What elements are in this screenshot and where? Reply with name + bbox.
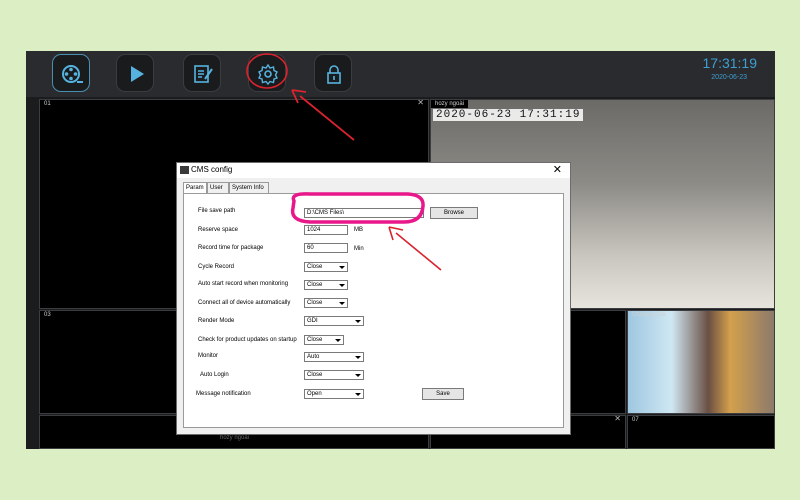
lock-button[interactable] (314, 54, 352, 92)
video-icon (62, 65, 83, 83)
chevron-down-icon (355, 374, 361, 377)
tab-user[interactable]: User (207, 182, 229, 193)
record-time-unit: Min (354, 246, 364, 252)
cms-config-dialog: CMS config ✕ Param User System Info File… (176, 162, 571, 435)
auto-login-value: Close (307, 372, 323, 378)
label-reserve-space: Reserve space (198, 227, 239, 233)
tab-system-info[interactable]: System Info (229, 182, 269, 193)
chevron-down-icon (355, 320, 361, 323)
clock-time: 17:31:19 (702, 55, 758, 71)
message-notification-value: Open (307, 391, 322, 397)
video-pane-07[interactable]: 07 (627, 415, 775, 449)
render-mode-select[interactable]: GDI (304, 316, 364, 326)
save-button[interactable]: Save (422, 388, 464, 400)
lock-icon (327, 65, 341, 84)
record-time-input[interactable]: 60 (304, 243, 348, 253)
label-record-time: Record time for package (198, 245, 264, 251)
browse-button[interactable]: Browse (430, 207, 478, 219)
pane-title: hozy ngoài (431, 100, 469, 108)
auto-start-record-select[interactable]: Close (304, 280, 348, 290)
param-panel: File save path D:\CMS Files\ Browse Rese… (183, 193, 564, 428)
close-icon[interactable]: ✕ (553, 163, 562, 176)
label-auto-start-record: Auto start record when monitoring (198, 281, 289, 287)
label-connect-all: Connect all of device automatically (198, 300, 291, 306)
monitor-select[interactable]: Auto (304, 352, 364, 362)
message-notification-select[interactable]: Open (304, 389, 364, 399)
check-updates-select[interactable]: Close (304, 335, 344, 345)
label-render-mode: Render Mode (198, 318, 235, 324)
label-check-updates: Check for product updates on startup (198, 337, 297, 343)
cycle-record-value: Close (307, 264, 323, 270)
auto-start-record-value: Close (307, 282, 323, 288)
live-view-button[interactable] (52, 54, 90, 92)
pane-title: 03 (44, 312, 51, 318)
label-cycle-record: Cycle Record (198, 264, 235, 270)
clock-date: 2020-06-23 (711, 74, 747, 81)
label-auto-login: Auto Login (200, 372, 229, 378)
reserve-space-unit: MB (354, 227, 363, 233)
cycle-record-select[interactable]: Close (304, 262, 348, 272)
app-icon (180, 166, 189, 174)
label-monitor: Monitor (198, 353, 219, 359)
chevron-down-icon (335, 339, 341, 342)
pane-title: 07 (632, 417, 639, 423)
pane-title: 01 (44, 101, 51, 107)
chevron-down-icon (339, 302, 345, 305)
file-save-path-input[interactable]: D:\CMS Files\ (304, 208, 424, 218)
reserve-space-input[interactable]: 1024 (304, 225, 348, 235)
playback-button[interactable] (116, 54, 154, 92)
close-icon[interactable]: ✕ (417, 98, 424, 107)
top-toolbar: 17:31:19 2020-06-23 (26, 51, 775, 97)
gear-icon (258, 63, 278, 85)
settings-button[interactable] (248, 54, 286, 92)
close-icon[interactable]: ✕ (614, 414, 621, 423)
render-mode-value: GDI (307, 318, 318, 324)
chevron-down-icon (355, 356, 361, 359)
auto-login-select[interactable]: Close (304, 370, 364, 380)
check-updates-value: Close (307, 337, 323, 343)
pane-title: hozy ngoài (220, 435, 250, 441)
dialog-title: CMS config (191, 165, 233, 174)
label-file-save-path: File save path (198, 208, 236, 214)
connect-all-select[interactable]: Close (304, 298, 348, 308)
video-pane-06[interactable]: Chuồng cửa (627, 310, 775, 414)
pane-title: Chuồng cửa (632, 312, 666, 318)
connect-all-value: Close (307, 300, 323, 306)
edit-icon (194, 65, 213, 83)
play-icon (131, 66, 144, 82)
chevron-down-icon (339, 284, 345, 287)
label-message-notification: Message notification (196, 391, 251, 397)
edit-button[interactable] (183, 54, 221, 92)
chevron-down-icon (339, 266, 345, 269)
dialog-titlebar: CMS config ✕ (177, 163, 570, 178)
monitor-value: Auto (307, 354, 320, 360)
chevron-down-icon (355, 393, 361, 396)
camera-timestamp: 2020-06-23 17:31:19 (433, 109, 584, 121)
